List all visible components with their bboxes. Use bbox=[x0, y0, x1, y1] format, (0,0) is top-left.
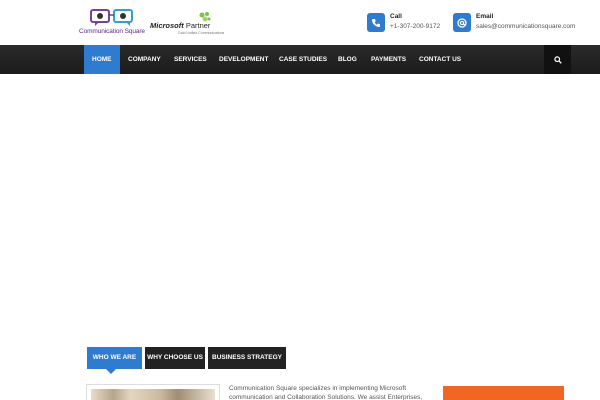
nav-item-development[interactable]: DEVELOPMENT bbox=[211, 45, 276, 74]
nav-item-services[interactable]: SERVICES bbox=[166, 45, 215, 74]
search-button[interactable] bbox=[544, 45, 571, 74]
about-description: Communication Square specializes in impl… bbox=[229, 385, 423, 400]
contact-email-value[interactable]: sales@communicationsquare.com bbox=[476, 23, 575, 30]
contact-call-value[interactable]: +1-307-200-9172 bbox=[390, 23, 440, 30]
nav-item-case-studies[interactable]: CASE STUDIES bbox=[271, 45, 335, 74]
nav-item-home[interactable]: HOME bbox=[84, 45, 120, 74]
logo-icon bbox=[90, 9, 133, 26]
partner-brand: Microsoft bbox=[150, 21, 184, 30]
at-icon bbox=[453, 13, 471, 32]
search-icon bbox=[553, 55, 562, 64]
tab-why-choose-us[interactable]: WHY CHOOSE US bbox=[145, 347, 205, 369]
partner-word: Partner bbox=[183, 21, 211, 30]
phone-icon bbox=[367, 13, 385, 32]
hero-banner bbox=[0, 74, 600, 346]
site-header: Communication Square Microsoft Partner G… bbox=[0, 0, 600, 45]
cta-banner[interactable] bbox=[443, 386, 564, 400]
microsoft-partner-badge: Microsoft Partner Gold Unified Communica… bbox=[150, 11, 230, 37]
partner-subtitle: Gold Unified Communications bbox=[178, 31, 225, 35]
nav-item-payments[interactable]: PAYMENTS bbox=[363, 45, 414, 74]
nav-item-blog[interactable]: BLOG bbox=[330, 45, 365, 74]
contact-call-title: Call bbox=[390, 13, 402, 20]
logo-text: Communication Square bbox=[79, 28, 145, 35]
about-image bbox=[86, 384, 220, 400]
nav-item-company[interactable]: COMPANY bbox=[120, 45, 169, 74]
tab-who-we-are[interactable]: WHO WE ARE bbox=[87, 347, 142, 369]
about-image-photo bbox=[91, 389, 215, 400]
tab-business-strategy[interactable]: BUSINESS STRATEGY bbox=[208, 347, 286, 369]
tab-active-pointer bbox=[106, 369, 116, 374]
partner-wordmark: Microsoft Partner bbox=[150, 21, 210, 30]
nav-item-contact-us[interactable]: CONTACT US bbox=[411, 45, 469, 74]
site-logo[interactable]: Communication Square bbox=[79, 8, 149, 38]
contact-email-title: Email bbox=[476, 13, 494, 20]
main-nav: HOME COMPANY SERVICES DEVELOPMENT CASE S… bbox=[0, 45, 600, 74]
